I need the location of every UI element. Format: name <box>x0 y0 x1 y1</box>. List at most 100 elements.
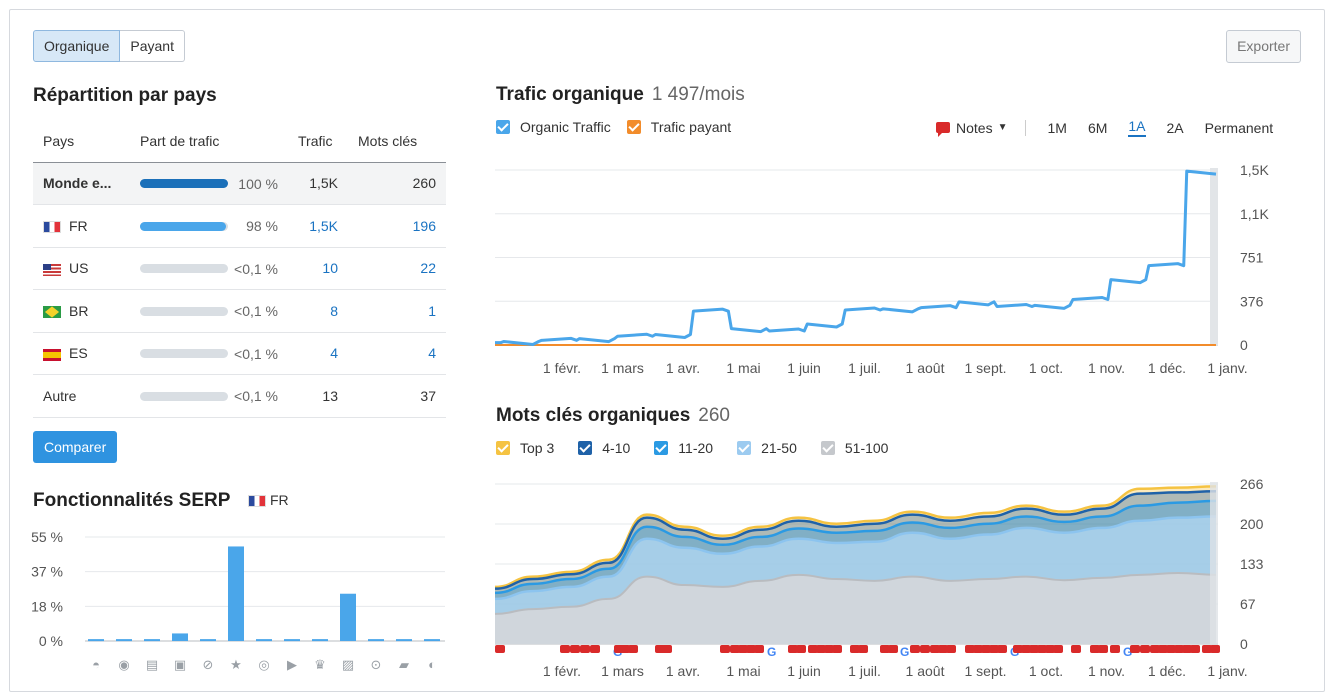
notes-label: Notes <box>956 119 993 136</box>
current-period-band <box>1210 482 1218 644</box>
legend-paid-traffic[interactable]: Trafic payant <box>626 119 732 135</box>
flag-icon <box>43 306 61 319</box>
organic-paid-toggle: Organique Payant <box>33 30 185 62</box>
note-marker-icon <box>580 645 590 653</box>
note-marker-icon <box>910 645 920 653</box>
play-circle-icon: ◎ <box>258 657 269 672</box>
export-button[interactable]: Exporter <box>1226 30 1301 63</box>
period-permanent[interactable]: Permanent <box>1205 120 1273 136</box>
period-1a[interactable]: 1A <box>1128 118 1146 137</box>
traffic-value[interactable]: 4 <box>288 332 348 375</box>
traffic-value: 13 <box>288 374 348 418</box>
note-marker-icon <box>1140 645 1150 653</box>
note-marker-icon <box>1110 645 1120 653</box>
note-marker-icon <box>495 645 505 653</box>
table-row[interactable]: ES <0,1 % 4 4 <box>33 332 446 375</box>
note-marker-icon <box>754 645 764 653</box>
legend-label: Top 3 <box>520 440 555 456</box>
serp-country-selector[interactable]: FR <box>248 492 289 508</box>
organic-traffic-value: 1 497/mois <box>651 84 745 105</box>
keywords-legend: Top 3 4-10 11-20 21-50 51-100 <box>496 440 912 456</box>
y-tick-label: 0 % <box>39 633 63 649</box>
keywords-value[interactable]: 196 <box>348 204 446 248</box>
x-tick-label: 1 avr. <box>666 663 700 679</box>
x-tick-label: 1 juin <box>787 360 820 376</box>
period-2a[interactable]: 2A <box>1167 120 1184 136</box>
table-row[interactable]: FR 98 % 1,5K 196 <box>33 204 446 248</box>
keywords-value: 37 <box>348 374 446 418</box>
note-marker-icon <box>1071 645 1081 653</box>
help-circle-icon: ◐ <box>428 657 436 672</box>
share-bar <box>140 306 228 316</box>
period-1m[interactable]: 1M <box>1047 120 1066 136</box>
traffic-value[interactable]: 8 <box>288 289 348 333</box>
organic-keywords-heading: Mots clés organiques <box>496 405 691 426</box>
x-tick-label: 1 févr. <box>543 663 581 679</box>
checkbox-icon <box>578 441 593 455</box>
organic-tab[interactable]: Organique <box>33 30 121 62</box>
serp-bar <box>228 546 244 641</box>
traffic-share: <0,1 % <box>130 247 288 290</box>
keywords-value: 260 <box>348 162 446 205</box>
legend-item[interactable]: 51-100 <box>820 440 888 456</box>
y-tick-label: 18 % <box>31 598 63 614</box>
x-tick-label: 1 oct. <box>1029 663 1063 679</box>
legend-item[interactable]: 11-20 <box>654 440 713 456</box>
keywords-value[interactable]: 4 <box>348 332 446 375</box>
notes-dropdown[interactable]: Notes ▼ <box>936 119 1008 137</box>
checkbox-icon <box>737 441 752 455</box>
share-percent: <0,1 % <box>234 388 278 405</box>
traffic-value[interactable]: 10 <box>288 247 348 290</box>
compare-button[interactable]: Comparer <box>33 431 118 463</box>
x-tick-label: 1 août <box>906 360 945 376</box>
column-header-keywords: Mots clés <box>348 120 446 163</box>
legend-organic-traffic-label: Organic Traffic <box>520 119 611 135</box>
country-label: Monde e... <box>43 175 112 192</box>
x-tick-label: 1 sept. <box>964 360 1006 376</box>
image-icon: ▣ <box>174 657 186 672</box>
star-icon: ★ <box>230 657 242 672</box>
traffic-value[interactable]: 1,5K <box>288 204 348 248</box>
france-flag-icon <box>248 495 266 508</box>
organic-keywords-title: Mots clés organiques 260 <box>496 405 730 427</box>
x-tick-label: 1 nov. <box>1088 663 1125 679</box>
legend-organic-traffic[interactable]: Organic Traffic <box>496 119 611 135</box>
question-icon: ▰ <box>399 657 409 672</box>
serp-bar <box>116 639 132 642</box>
legend-item[interactable]: Top 3 <box>496 440 554 456</box>
legend-item[interactable]: 21-50 <box>737 440 797 456</box>
serp-bar <box>424 639 440 642</box>
serp-features-title: Fonctionnalités SERP <box>33 490 231 511</box>
chevron-down-icon: ▼ <box>997 122 1008 133</box>
traffic-share: 100 % <box>130 162 288 205</box>
x-tick-label: 1 mars <box>601 360 644 376</box>
country-name: FR <box>33 204 130 248</box>
table-row[interactable]: BR <0,1 % 8 1 <box>33 289 446 333</box>
serp-bar <box>312 639 328 642</box>
legend-item[interactable]: 4-10 <box>578 440 630 456</box>
y-tick-label: 200 <box>1240 516 1264 532</box>
flag-icon <box>43 263 61 276</box>
note-marker-icon <box>1053 645 1063 653</box>
paid-tab[interactable]: Payant <box>120 30 185 62</box>
column-header-country: Pays <box>33 120 130 163</box>
organic-keywords-value: 260 <box>698 405 730 426</box>
table-row[interactable]: Monde e... 100 % 1,5K 260 <box>33 162 446 205</box>
traffic-share: 98 % <box>130 204 288 248</box>
y-tick-label: 0 <box>1240 636 1248 652</box>
legend-paid-traffic-label: Trafic payant <box>650 119 732 135</box>
table-row[interactable]: Autre <0,1 % 13 37 <box>33 374 446 418</box>
keywords-value[interactable]: 22 <box>348 247 446 290</box>
note-marker-icon <box>570 645 580 653</box>
serp-bar <box>396 639 412 642</box>
checkbox-icon <box>496 441 510 455</box>
traffic-share: <0,1 % <box>130 374 288 418</box>
table-row[interactable]: US <0,1 % 10 22 <box>33 247 446 290</box>
x-tick-label: 1 oct. <box>1029 360 1063 376</box>
share-percent: 100 % <box>238 175 278 192</box>
checkbox-icon <box>626 120 641 134</box>
serp-bar <box>340 593 356 641</box>
note-marker-icon <box>1190 645 1200 653</box>
keywords-value[interactable]: 1 <box>348 289 446 333</box>
period-6m[interactable]: 6M <box>1088 120 1107 136</box>
